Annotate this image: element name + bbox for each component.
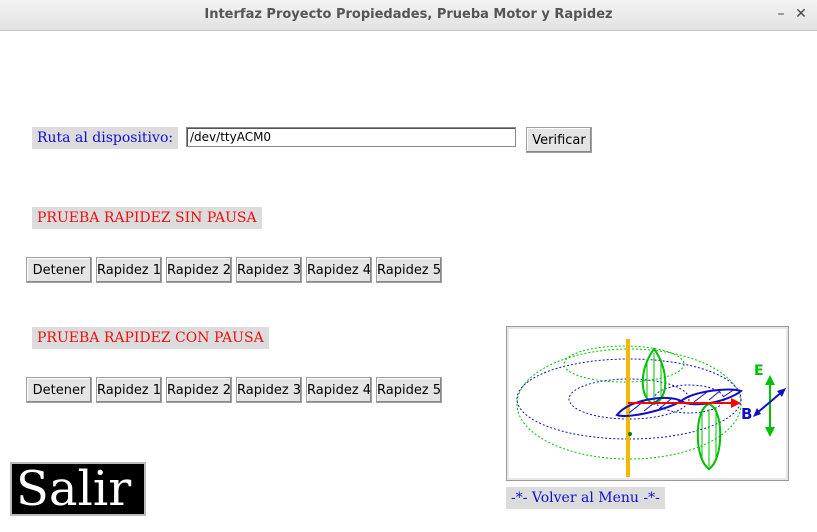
con-pausa-speed1-button[interactable]: Rapidez 1 — [96, 377, 162, 403]
con-pausa-speed3-button[interactable]: Rapidez 3 — [236, 377, 302, 403]
e-field-label: E — [754, 363, 764, 379]
con-pausa-speed4-button[interactable]: Rapidez 4 — [306, 377, 372, 403]
sin-pausa-heading: PRUEBA RAPIDEZ SIN PAUSA — [32, 207, 262, 229]
device-path-input[interactable]: /dev/ttyACM0 — [186, 127, 516, 147]
electromagnetic-wave-illustration: E B — [509, 329, 786, 478]
con-pausa-speed2-button[interactable]: Rapidez 2 — [166, 377, 232, 403]
verify-button[interactable]: Verificar — [526, 127, 592, 153]
device-path-label: Ruta al dispositivo: — [32, 127, 179, 149]
exit-button-label: Salir — [16, 462, 132, 516]
exit-button[interactable]: Salir — [10, 462, 146, 516]
sin-pausa-stop-button[interactable]: Detener — [26, 257, 92, 283]
con-pausa-heading: PRUEBA RAPIDEZ CON PAUSA — [32, 327, 269, 349]
window-title: Interfaz Proyecto Propiedades, Prueba Mo… — [204, 7, 613, 22]
close-button[interactable]: ✕ — [792, 5, 810, 23]
back-to-menu-button[interactable]: -*- Volver al Menu -*- — [506, 487, 665, 509]
sin-pausa-speed1-button[interactable]: Rapidez 1 — [96, 257, 162, 283]
con-pausa-stop-button[interactable]: Detener — [26, 377, 92, 403]
con-pausa-speed5-button[interactable]: Rapidez 5 — [376, 377, 442, 403]
title-bar: Interfaz Proyecto Propiedades, Prueba Mo… — [0, 0, 817, 31]
minimize-button[interactable]: – — [772, 5, 790, 23]
b-field-label: B — [741, 405, 752, 423]
sin-pausa-speed2-button[interactable]: Rapidez 2 — [166, 257, 232, 283]
sin-pausa-speed4-button[interactable]: Rapidez 4 — [306, 257, 372, 283]
sin-pausa-speed3-button[interactable]: Rapidez 3 — [236, 257, 302, 283]
electromagnetic-wave-image: E B — [506, 326, 789, 481]
sin-pausa-speed5-button[interactable]: Rapidez 5 — [376, 257, 442, 283]
